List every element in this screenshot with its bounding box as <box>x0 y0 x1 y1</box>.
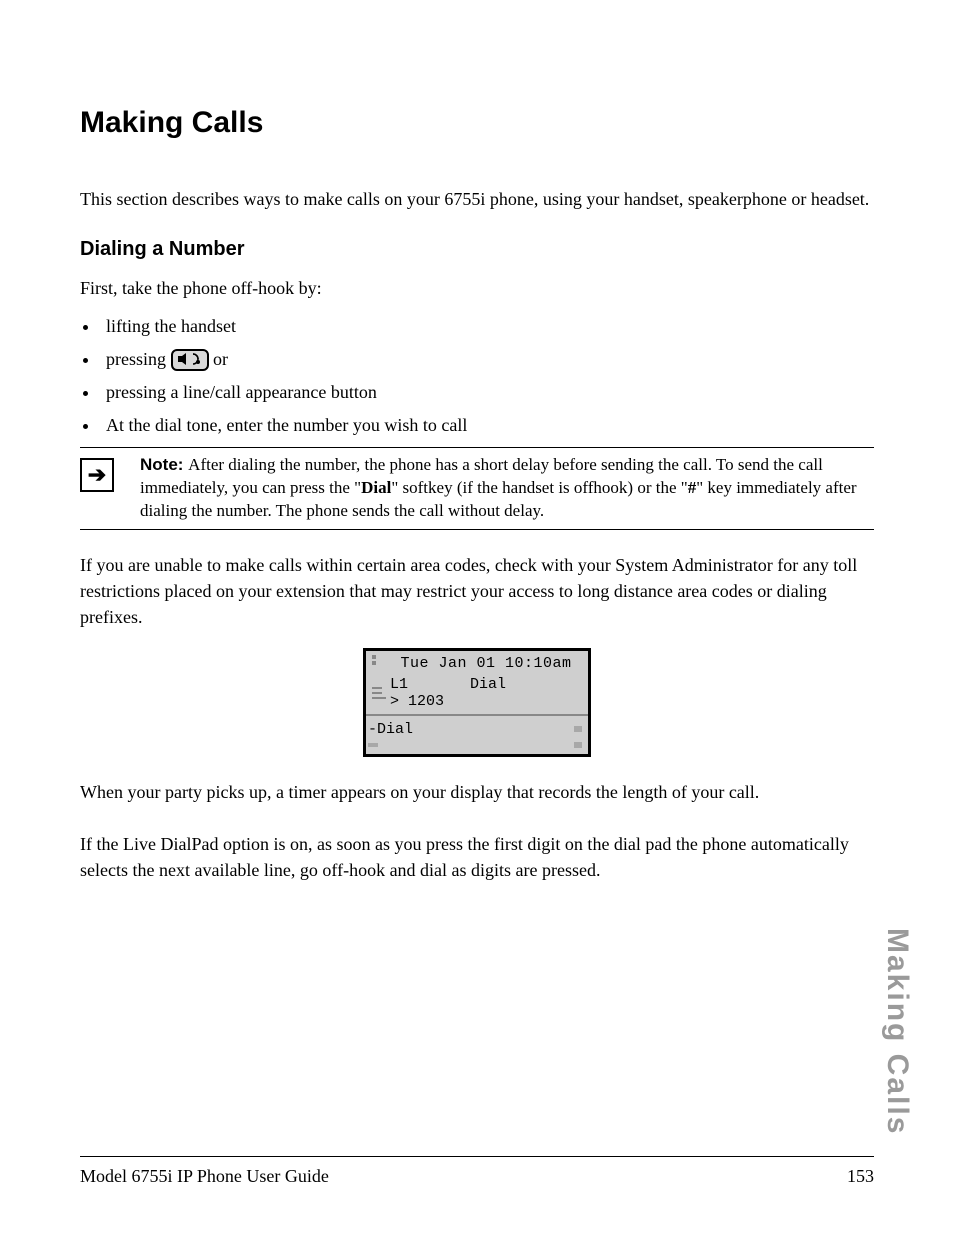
lcd-line-indicator-icon <box>372 676 390 710</box>
note-text: Note: After dialing the number, the phon… <box>140 454 874 523</box>
phone-lcd-display: Tue Jan 01 10:10am L1 > 1203 Dial -Dial <box>363 648 591 757</box>
note-label: Note: <box>140 455 188 474</box>
note-icon-cell: ➔ <box>80 454 140 523</box>
offhook-bullet-list: lifting the handset pressing or pressing… <box>80 313 874 439</box>
note-body-mid: " softkey (if the handset is offhook) or… <box>391 478 687 497</box>
footer-left: Model 6755i IP Phone User Guide <box>80 1166 329 1187</box>
lcd-header-row: Tue Jan 01 10:10am <box>366 651 588 672</box>
footer-rule <box>80 1156 874 1157</box>
lcd-mid-row: L1 > 1203 Dial <box>366 672 588 714</box>
speaker-headset-key-icon <box>171 349 209 371</box>
page-title: Making Calls <box>80 106 874 140</box>
list-item-text-pre: pressing <box>106 349 171 369</box>
livedial-paragraph: If the Live DialPad option is on, as soo… <box>80 831 874 883</box>
intro-paragraph: This section describes ways to make call… <box>80 186 874 212</box>
lcd-softkey-marker-icon <box>574 726 582 732</box>
document-page: Making Calls This section describes ways… <box>0 0 954 1235</box>
list-item: At the dial tone, enter the number you w… <box>100 412 874 439</box>
lcd-softkey-dial: -Dial <box>368 721 574 738</box>
note-hash-bold: # <box>688 478 697 497</box>
footer-page-number: 153 <box>847 1166 874 1187</box>
restrict-paragraph: If you are unable to make calls within c… <box>80 552 874 630</box>
timer-paragraph: When your party picks up, a timer appear… <box>80 779 874 805</box>
lcd-datetime: Tue Jan 01 10:10am <box>390 655 582 672</box>
arrow-right-icon: ➔ <box>80 458 114 492</box>
lcd-softkey-area: -Dial <box>366 714 588 754</box>
list-item-text-post: or <box>213 349 228 369</box>
list-item: lifting the handset <box>100 313 874 340</box>
list-item: pressing or <box>100 346 874 373</box>
lcd-dialed-number: > 1203 <box>390 693 470 710</box>
page-footer: Model 6755i IP Phone User Guide 153 <box>80 1166 874 1187</box>
side-tab-label: Making Calls <box>880 928 914 1135</box>
note-dial-bold: Dial <box>361 478 391 497</box>
list-item: pressing a line/call appearance button <box>100 379 874 406</box>
note-callout: ➔ Note: After dialing the number, the ph… <box>80 447 874 530</box>
offhook-intro: First, take the phone off-hook by: <box>80 275 874 301</box>
lcd-softkey-marker-icon <box>574 742 582 748</box>
lcd-softkey-marker-icon <box>368 743 378 747</box>
lcd-state: Dial <box>470 676 582 693</box>
lcd-line-label: L1 <box>390 676 470 693</box>
section-heading-dialing: Dialing a Number <box>80 238 874 261</box>
lcd-status-dots-icon <box>372 655 390 672</box>
